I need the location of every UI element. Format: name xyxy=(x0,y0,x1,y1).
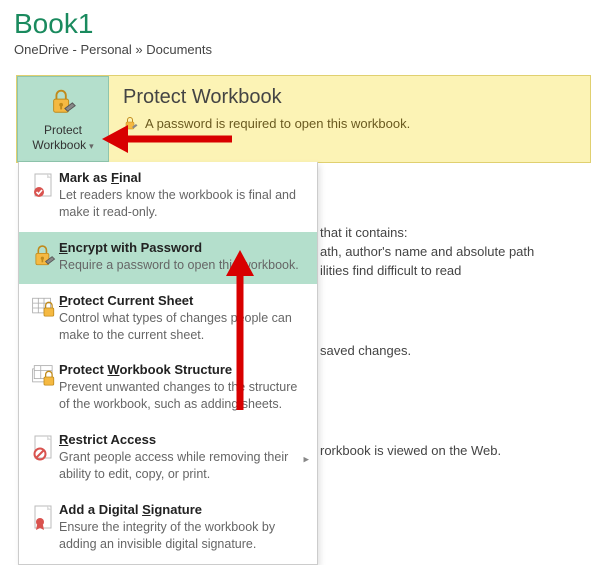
background-text: that it contains: ath, author's name and… xyxy=(320,224,534,281)
workbook-title: Book1 xyxy=(14,8,593,40)
protect-button-line1: Protect xyxy=(44,123,82,137)
menu-restrict-access[interactable]: Restrict Access Grant people access whil… xyxy=(19,424,317,494)
background-text: rorkbook is viewed on the Web. xyxy=(320,442,501,461)
menu-protect-workbook-structure[interactable]: Protect Workbook Structure Prevent unwan… xyxy=(19,354,317,424)
menu-add-digital-signature[interactable]: Add a Digital Signature Ensure the integ… xyxy=(19,494,317,564)
protect-button-line2: Workbook xyxy=(32,138,86,152)
banner-title: Protect Workbook xyxy=(123,86,410,109)
breadcrumb: OneDrive - Personal » Documents xyxy=(14,42,593,57)
lock-key-icon xyxy=(48,86,78,119)
chevron-right-icon: ▸ xyxy=(303,452,309,465)
annotation-arrow-icon xyxy=(222,250,258,410)
dropdown-caret-icon: ▾ xyxy=(89,141,94,151)
document-restrict-icon xyxy=(29,432,59,483)
protect-workbook-button[interactable]: Protect Workbook▾ xyxy=(17,76,109,162)
menu-encrypt-with-password[interactable]: Encrypt with Password Require a password… xyxy=(19,232,317,285)
protect-workbook-menu: Mark as Final Let readers know the workb… xyxy=(18,162,318,565)
workbook-lock-icon xyxy=(29,362,59,413)
menu-protect-current-sheet[interactable]: Protect Current Sheet Control what types… xyxy=(19,285,317,355)
document-ribbon-icon xyxy=(29,502,59,553)
menu-mark-as-final[interactable]: Mark as Final Let readers know the workb… xyxy=(19,162,317,232)
sheet-lock-icon xyxy=(29,293,59,344)
document-check-icon xyxy=(29,170,59,221)
background-text: saved changes. xyxy=(320,342,411,361)
annotation-arrow-icon xyxy=(102,122,232,156)
lock-key-icon xyxy=(29,240,59,274)
